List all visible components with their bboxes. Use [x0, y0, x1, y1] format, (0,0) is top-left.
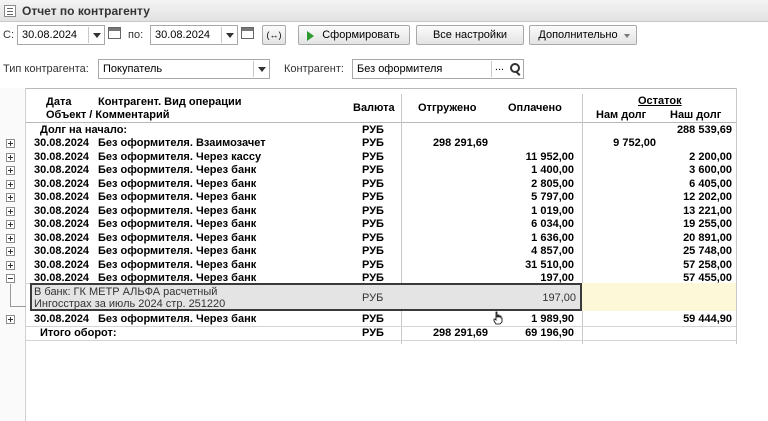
calendar-icon[interactable]	[108, 27, 121, 39]
total-paid: 69 196,90	[525, 327, 574, 339]
detail-line-1: В банк: ГК МЕТР АЛЬФА расчетный	[34, 286, 218, 298]
selected-detail-row[interactable]: В банк: ГК МЕТР АЛЬФА расчетный Ингосстр…	[30, 283, 582, 311]
counterparty-type-field[interactable]: Покупатель	[98, 59, 270, 79]
header-we-owed: Нам долг	[596, 109, 647, 121]
generate-button[interactable]: Сформировать	[298, 25, 410, 45]
expand-icon[interactable]	[6, 166, 15, 175]
all-settings-button[interactable]: Все настройки	[416, 25, 524, 45]
total-currency: РУБ	[362, 327, 384, 339]
header-balance: Остаток	[638, 95, 682, 107]
expand-icon[interactable]	[6, 153, 15, 162]
detail-paid: 197,00	[542, 292, 576, 304]
total-shipped: 298 291,69	[432, 327, 488, 339]
collapse-icon[interactable]	[6, 274, 15, 283]
chevron-down-icon[interactable]	[221, 27, 237, 43]
window-titlebar: Отчет по контрагенту	[0, 0, 768, 22]
header-our-debt: Наш долг	[670, 109, 722, 121]
expand-icon[interactable]	[6, 139, 15, 148]
tree-connector	[10, 306, 26, 307]
from-label: С:	[3, 29, 14, 41]
header-date: Дата	[46, 96, 72, 108]
expand-icon[interactable]	[6, 207, 15, 216]
header-shipped: Отгружено	[418, 102, 477, 114]
search-icon[interactable]	[507, 61, 523, 77]
select-button[interactable]: ...	[491, 61, 507, 77]
expand-icon[interactable]	[6, 220, 15, 229]
header-counterparty: Контрагент. Вид операции	[98, 96, 242, 108]
hand-cursor-icon	[493, 311, 503, 325]
more-button[interactable]: Дополнительно	[529, 25, 637, 45]
column-divider	[736, 88, 737, 344]
expand-icon[interactable]	[6, 234, 15, 243]
expand-icon[interactable]	[6, 261, 15, 270]
header-object: Объект / Комментарий	[46, 109, 170, 121]
expand-icon[interactable]	[6, 247, 15, 256]
period-select-button[interactable]: (↔)	[262, 25, 286, 45]
header-paid: Оплачено	[508, 102, 562, 114]
window-title: Отчет по контрагенту	[22, 4, 150, 18]
counterparty-type-label: Тип контрагента:	[3, 63, 89, 75]
report-table: Дата Контрагент. Вид операции Объект / К…	[0, 88, 768, 421]
tree-connector	[10, 284, 11, 306]
detail-balance-cell	[582, 283, 736, 311]
row-divider	[26, 340, 736, 341]
expand-icon[interactable]	[6, 315, 15, 324]
counterparty-field[interactable]: Без оформителя ...	[352, 59, 524, 79]
to-date-field[interactable]: 30.08.2024	[150, 25, 238, 45]
detail-currency: РУБ	[362, 292, 384, 304]
to-label: по:	[128, 29, 144, 41]
total-label: Итого оборот:	[40, 327, 117, 339]
expand-icon[interactable]	[6, 180, 15, 189]
calendar-icon[interactable]	[241, 27, 254, 39]
header-bottom-border	[26, 122, 736, 123]
counterparty-label: Контрагент:	[284, 63, 344, 75]
header-currency: Валюта	[353, 102, 395, 114]
chevron-down-icon[interactable]	[88, 27, 104, 43]
expand-icon[interactable]	[6, 193, 15, 202]
detail-line-2: Ингосстрах за июль 2024 стр. 251220	[34, 298, 226, 310]
from-date-field[interactable]: 30.08.2024	[17, 25, 105, 45]
report-icon	[4, 5, 16, 17]
opening-our-debt: 288 539,69	[676, 124, 732, 136]
header-top-border	[26, 88, 736, 89]
opening-label: Долг на начало:	[40, 124, 128, 136]
opening-currency: РУБ	[362, 124, 384, 136]
chevron-down-icon[interactable]	[253, 61, 269, 77]
period-toolbar: С: 30.08.2024 по: 30.08.2024 (↔) Сформир…	[0, 24, 768, 48]
